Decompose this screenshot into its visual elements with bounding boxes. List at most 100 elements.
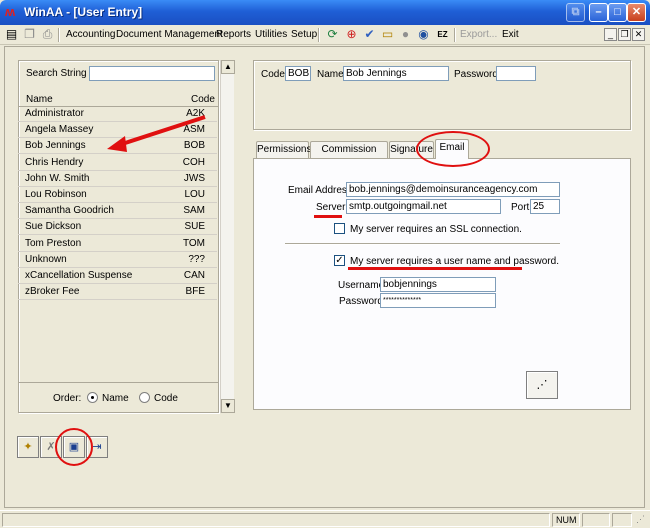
scroll-down-icon[interactable]: ▼ bbox=[221, 399, 235, 413]
check-tool-icon[interactable]: ✔ bbox=[362, 27, 377, 42]
ssl-label[interactable]: My server requires an SSL connection. bbox=[350, 224, 522, 235]
order-divider bbox=[18, 382, 219, 383]
column-header-code[interactable]: Code bbox=[191, 94, 215, 105]
list-item[interactable]: Lou Robinson LOU bbox=[18, 187, 217, 203]
list-item-name: Administrator bbox=[25, 108, 84, 119]
tab-commission-rates[interactable]: Commission Rates bbox=[310, 141, 388, 170]
new-record-icon: ✦ bbox=[23, 441, 33, 453]
copy-icon[interactable]: ❐ bbox=[22, 27, 37, 42]
list-item-name: John W. Smith bbox=[25, 172, 90, 184]
username-input[interactable]: bobjennings bbox=[380, 277, 496, 292]
order-code-label[interactable]: Code bbox=[154, 393, 178, 404]
list-item-name: Lou Robinson bbox=[25, 189, 87, 200]
tab-permissions[interactable]: Permissions bbox=[256, 141, 311, 158]
exit-door-icon: ⇥ bbox=[92, 441, 102, 453]
order-name-label[interactable]: Name bbox=[102, 393, 129, 404]
menu-setup[interactable]: Setup bbox=[291, 29, 317, 40]
status-panel-4 bbox=[612, 513, 632, 527]
list-item-code: BFE bbox=[185, 286, 205, 298]
order-name-radio[interactable] bbox=[87, 392, 98, 403]
name-input[interactable]: Bob Jennings bbox=[343, 66, 449, 81]
list-item-code: CAN bbox=[183, 270, 205, 281]
test-connection-button[interactable]: ⋰ bbox=[526, 371, 558, 399]
list-item[interactable]: Sue Dickson SUE bbox=[18, 219, 217, 236]
list-item[interactable]: John W. Smith JWS bbox=[18, 171, 217, 187]
user-password-input[interactable] bbox=[496, 66, 536, 81]
wand-icon: ⋰ bbox=[536, 379, 548, 391]
status-panel-3 bbox=[582, 513, 610, 527]
menu-accounting[interactable]: Accounting bbox=[66, 29, 115, 40]
list-item-code: LOU bbox=[184, 189, 205, 200]
list-item-code: SUE bbox=[184, 221, 205, 233]
section-divider bbox=[285, 243, 560, 245]
menu-document-management[interactable]: Document Management bbox=[116, 29, 223, 40]
document-icon[interactable]: ▤ bbox=[4, 27, 19, 42]
list-item[interactable]: Tom Preston TOM bbox=[18, 236, 217, 252]
order-code-radio[interactable] bbox=[139, 392, 150, 403]
minimize-button[interactable]: – bbox=[589, 3, 608, 22]
list-item-name: Tom Preston bbox=[25, 237, 82, 249]
list-item[interactable]: Unknown??? bbox=[18, 252, 217, 268]
list-item[interactable]: xCancellation Suspense CAN bbox=[18, 268, 217, 284]
list-item-name: Sue Dickson bbox=[25, 221, 82, 233]
auth-checkbox[interactable]: ✓ bbox=[334, 255, 345, 266]
resize-grip-icon[interactable]: ⋰ bbox=[636, 514, 645, 525]
app-logo-icon: ʍ bbox=[5, 4, 16, 19]
menu-reports[interactable]: Reports bbox=[216, 29, 251, 40]
server-underline-annotation bbox=[314, 215, 342, 218]
search-label: Search String > bbox=[26, 68, 96, 79]
email-password-label: Password bbox=[339, 296, 383, 307]
search-input[interactable] bbox=[89, 66, 215, 81]
list-item-code: ??? bbox=[188, 253, 205, 265]
mdi-minimize-button[interactable]: _ bbox=[604, 28, 617, 41]
list-item-name: Samantha Goodrich bbox=[25, 205, 114, 217]
port-label: Port bbox=[511, 202, 530, 213]
column-header-name[interactable]: Name bbox=[26, 94, 53, 105]
new-user-button[interactable]: ✦ bbox=[17, 436, 39, 458]
list-item-code: TOM bbox=[182, 237, 205, 249]
ez-icon[interactable]: EZ bbox=[435, 27, 450, 42]
lifebuoy-icon[interactable]: ⊕ bbox=[344, 27, 359, 42]
menu-bar: ▤ ❐ ⎙ Accounting Document Management Rep… bbox=[0, 25, 650, 45]
name-label: Name bbox=[317, 69, 344, 80]
list-scrollbar[interactable]: ▲ ▼ bbox=[220, 60, 235, 413]
auth-label[interactable]: My server requires a user name and passw… bbox=[350, 256, 559, 267]
close-button[interactable]: ✕ bbox=[627, 3, 646, 22]
ssl-checkbox[interactable] bbox=[334, 223, 345, 234]
card-icon[interactable]: ▭ bbox=[380, 27, 395, 42]
mdi-close-button[interactable]: ✕ bbox=[632, 28, 645, 41]
list-item-name: Angela Massey bbox=[25, 124, 94, 136]
list-item-name: Unknown bbox=[25, 253, 67, 265]
refresh-icon[interactable]: ⟳ bbox=[325, 27, 340, 42]
code-input[interactable]: BOB bbox=[285, 66, 311, 81]
circle-icon[interactable]: ● bbox=[398, 27, 413, 42]
toolbar-separator bbox=[58, 28, 60, 42]
window-title: WinAA - [User Entry] bbox=[24, 5, 143, 19]
maximize-button[interactable]: □ bbox=[608, 3, 627, 22]
print-icon[interactable]: ⎙ bbox=[40, 27, 55, 42]
globe-icon[interactable]: ◉ bbox=[416, 27, 431, 42]
scroll-up-icon[interactable]: ▲ bbox=[221, 60, 235, 74]
username-label: Username bbox=[338, 280, 385, 291]
toolbar-separator bbox=[454, 28, 456, 42]
list-item[interactable]: zBroker Fee BFE bbox=[18, 284, 217, 301]
list-item-name: Chris Hendry bbox=[25, 156, 84, 168]
toolbar-separator bbox=[318, 28, 320, 42]
list-item-name: Bob Jennings bbox=[25, 140, 86, 152]
auth-underline-annotation bbox=[348, 267, 522, 270]
menu-utilities[interactable]: Utilities bbox=[255, 29, 287, 40]
mdi-restore-button[interactable]: ❐ bbox=[618, 28, 631, 41]
server-input[interactable]: smtp.outgoingmail.net bbox=[346, 199, 501, 214]
email-password-input[interactable]: ************** bbox=[380, 293, 496, 308]
title-bar[interactable]: ʍ WinAA - [User Entry] ⧉ – □ ✕ bbox=[0, 0, 650, 25]
port-input[interactable]: 25 bbox=[530, 199, 560, 214]
email-address-input[interactable]: bob.jennings@demoinsuranceagency.com bbox=[346, 182, 560, 197]
status-panel-main bbox=[2, 513, 550, 527]
list-item[interactable]: Samantha Goodrich SAM bbox=[18, 203, 217, 220]
menu-exit[interactable]: Exit bbox=[502, 29, 519, 40]
user-password-label: Password bbox=[454, 69, 498, 80]
save-button-highlight-annotation bbox=[55, 428, 93, 466]
server-label: Server bbox=[316, 202, 346, 213]
email-tab-highlight-annotation bbox=[416, 131, 490, 167]
menu-export: Export... bbox=[460, 29, 498, 40]
